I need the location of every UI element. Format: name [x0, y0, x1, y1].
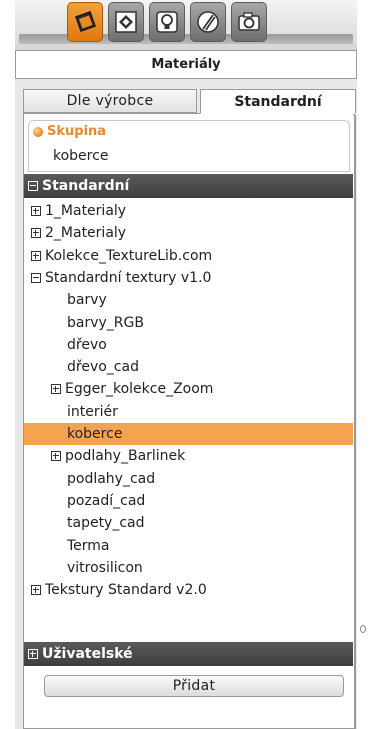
tree-item-label: Egger_kolekce_Zoom: [65, 381, 214, 398]
tree-item[interactable]: dřevo: [24, 334, 353, 356]
tree-item-label: dřevo_cad: [67, 359, 139, 376]
tree-item[interactable]: tapety_cad: [24, 512, 353, 534]
shape-icon: [115, 11, 137, 33]
tree-item-label: podlahy_Barlinek: [65, 448, 186, 465]
tree-item[interactable]: barvy: [24, 289, 353, 311]
tree-item[interactable]: Standardní textury v1.0: [24, 267, 353, 289]
splitter[interactable]: [357, 0, 369, 729]
tree-item[interactable]: pozadí_cad: [24, 490, 353, 512]
expand-icon: [28, 649, 38, 659]
camera-tool-button[interactable]: [231, 2, 267, 42]
tree-item-label: tapety_cad: [67, 515, 145, 532]
expand-icon[interactable]: [51, 451, 61, 462]
tree-item[interactable]: 2_Materialy: [24, 222, 353, 244]
tree-item-label: dřevo: [67, 336, 107, 353]
tab-standard[interactable]: Standardní: [200, 89, 356, 114]
tree-item-label: vitrosilicon: [67, 559, 143, 576]
tree-item-label: Standardní textury v1.0: [45, 269, 212, 286]
tree-item[interactable]: Egger_kolekce_Zoom: [24, 378, 353, 400]
section-standard-header[interactable]: Standardní: [24, 174, 353, 198]
group-label: Skupina: [33, 124, 106, 139]
add-button-label: Přidat: [172, 678, 216, 694]
tree-item[interactable]: Kolekce_TextureLib.com: [24, 245, 353, 267]
panel-title-text: Materiály: [151, 57, 221, 72]
tree-item-label: barvy_RGB: [67, 314, 144, 331]
sphere-icon: [197, 11, 219, 33]
collapse-icon[interactable]: [31, 272, 41, 283]
tree-item-label: 1_Materialy: [45, 203, 127, 219]
tab-manufacturer-label: Dle výrobce: [66, 93, 154, 109]
group-block: Skupina koberce: [28, 120, 350, 172]
section-standard-label: Standardní: [42, 178, 130, 194]
tree-item-label: barvy: [67, 292, 107, 309]
tree-item-label: koberce: [67, 426, 123, 442]
expand-icon[interactable]: [31, 250, 41, 261]
tree-item[interactable]: podlahy_Barlinek: [24, 445, 353, 467]
group-value: koberce: [53, 148, 109, 164]
tab-manufacturer[interactable]: Dle výrobce: [23, 89, 197, 113]
panel-title: Materiály: [15, 50, 357, 79]
tree-item[interactable]: Terma: [24, 535, 353, 557]
tree-item[interactable]: vitrosilicon: [24, 557, 353, 579]
section-user-label: Uživatelské: [42, 646, 133, 662]
tree-item-label: pozadí_cad: [67, 492, 146, 509]
tree-item[interactable]: 1_Materialy: [24, 200, 353, 222]
tree-item-label: podlahy_cad: [67, 470, 156, 487]
group-label-text: Skupina: [47, 124, 107, 139]
tree-item[interactable]: barvy_RGB: [24, 312, 353, 334]
expand-icon[interactable]: [31, 206, 41, 216]
splitter-handle-icon[interactable]: [360, 625, 366, 633]
shape-tool-button[interactable]: [108, 2, 144, 42]
tree-item-label: interiér: [67, 403, 118, 420]
camera-icon: [238, 12, 260, 31]
light-bulb-icon: [156, 11, 178, 33]
add-button[interactable]: Přidat: [44, 675, 344, 697]
tree-item-label: 2_Materialy: [45, 225, 127, 242]
tree-item-label: Terma: [67, 537, 110, 554]
tree-item[interactable]: podlahy_cad: [24, 468, 353, 490]
tree-item-label: Tekstury Standard v2.0: [45, 582, 207, 599]
material-icon: [75, 11, 96, 32]
icon-toolbar: [15, 0, 357, 50]
light-tool-button[interactable]: [149, 2, 185, 42]
material-tool-button[interactable]: [67, 2, 103, 42]
section-user-header[interactable]: Uživatelské: [24, 642, 353, 666]
tree-item[interactable]: dřevo_cad: [24, 356, 353, 378]
tree-item[interactable]: Tekstury Standard v2.0: [24, 579, 353, 601]
tab-standard-label: Standardní: [234, 93, 322, 110]
expand-icon[interactable]: [31, 585, 41, 596]
sphere-tool-button[interactable]: [190, 2, 226, 42]
tree-item[interactable]: interiér: [24, 401, 353, 423]
tab-content: Skupina koberce Standardní 1_Materialy 2_…: [23, 113, 356, 729]
tree-item[interactable]: koberce: [24, 423, 353, 445]
collapse-icon: [28, 181, 38, 191]
group-bullet-icon: [33, 126, 43, 137]
expand-icon[interactable]: [51, 384, 61, 395]
materials-panel: Materiály Dle výrobce Standardní Skupina…: [15, 0, 357, 729]
tree-item-label: Kolekce_TextureLib.com: [45, 247, 213, 264]
expand-icon[interactable]: [31, 228, 41, 239]
